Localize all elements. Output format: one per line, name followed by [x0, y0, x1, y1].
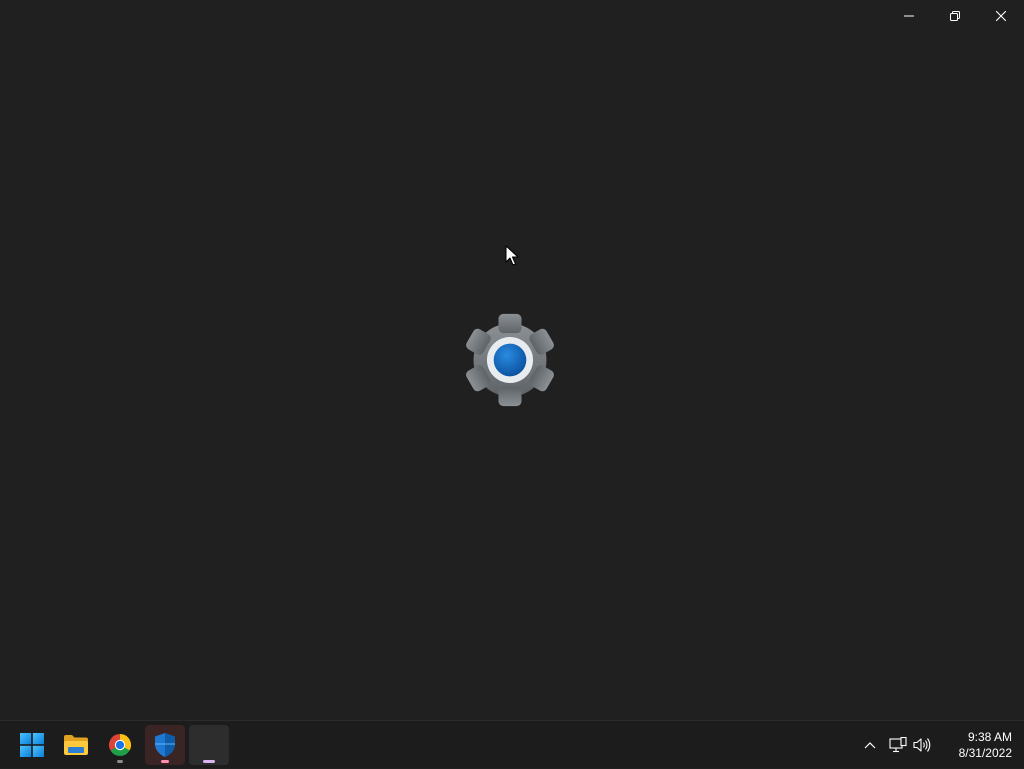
- running-indicator: [161, 760, 169, 763]
- windows-logo-icon: [20, 733, 44, 757]
- close-icon: [996, 11, 1006, 21]
- chrome-icon: [108, 734, 132, 757]
- chrome-button[interactable]: [100, 725, 140, 765]
- caption-controls: [886, 0, 1024, 32]
- active-indicator: [203, 760, 215, 763]
- close-button[interactable]: [978, 0, 1024, 32]
- system-tray: 9:38 AM 8/31/2022: [858, 721, 1024, 769]
- clock-time: 9:38 AM: [967, 730, 1012, 744]
- taskbar: 9:38 AM 8/31/2022: [0, 720, 1024, 768]
- file-explorer-button[interactable]: [56, 725, 96, 765]
- start-button[interactable]: [12, 725, 52, 765]
- shield-icon: [155, 733, 175, 757]
- minimize-button[interactable]: [886, 0, 932, 32]
- volume-icon: [913, 738, 931, 752]
- minimize-icon: [904, 15, 914, 17]
- blank-app-icon: [199, 735, 219, 755]
- folder-icon: [64, 735, 88, 755]
- windows-security-button[interactable]: [145, 725, 185, 765]
- network-icon: [889, 737, 907, 753]
- volume-button[interactable]: [910, 725, 934, 765]
- chevron-up-icon: [864, 742, 876, 749]
- restore-button[interactable]: [932, 0, 978, 32]
- settings-window: [0, 0, 1024, 720]
- settings-app-button[interactable]: [189, 725, 229, 765]
- clock-button[interactable]: 9:38 AM 8/31/2022: [940, 725, 1012, 765]
- restore-icon: [950, 11, 960, 21]
- mouse-cursor-icon: [505, 245, 519, 266]
- clock-date: 8/31/2022: [958, 746, 1012, 760]
- running-indicator: [117, 760, 123, 763]
- network-button[interactable]: [886, 725, 910, 765]
- settings-gear-icon: [466, 313, 554, 407]
- show-hidden-icons-button[interactable]: [858, 725, 882, 765]
